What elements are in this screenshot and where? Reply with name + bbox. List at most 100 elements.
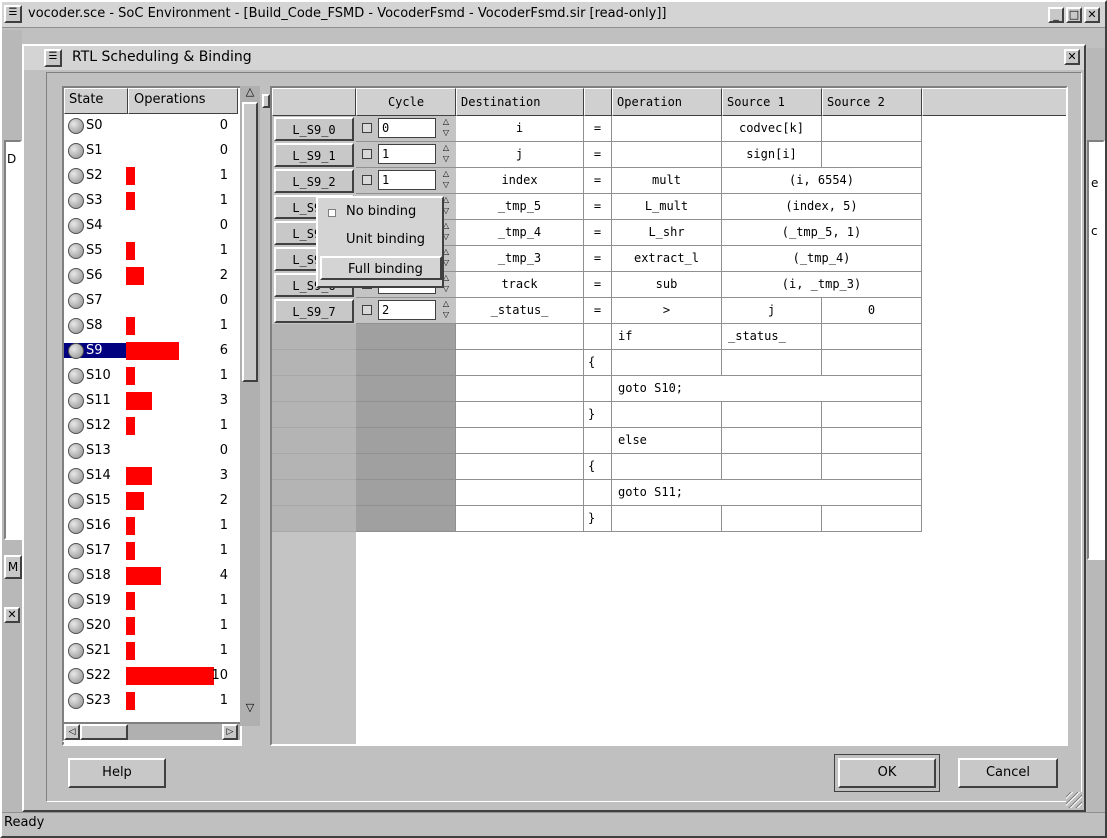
operation-cell: L_shr [612,220,722,246]
state-row[interactable]: S22 10 [64,664,234,689]
fixed-cycle-checkbox[interactable] [362,175,372,185]
destination-column-header[interactable]: Destination [456,88,584,116]
operations-count: 1 [219,518,228,533]
state-circle-icon [68,418,84,434]
help-button[interactable]: Help [68,758,166,788]
state-list-hscrollbar[interactable]: ◁ ▷ [62,722,242,742]
cycle-spin-arrows-icon[interactable]: △ ▽ [440,168,452,192]
bg-close-pane-icon[interactable]: ✕ [4,607,20,623]
menu-item-unit-binding[interactable]: Unit binding [320,228,440,252]
hscroll-thumb[interactable] [80,724,128,740]
fixed-cycle-checkbox[interactable] [362,149,372,159]
main-title-bar[interactable]: ☰ vocoder.sce - SoC Environment - [Build… [2,2,1105,28]
window-menu-icon[interactable]: ☰ [4,5,22,23]
control-statement-cell: goto S10; [612,376,922,402]
state-circle-icon [68,193,84,209]
row-label-button[interactable]: L_S9_2 [274,169,354,193]
brace-cell [584,480,612,506]
close-icon[interactable]: ✕ [1084,7,1100,23]
ok-button-label: OK [877,765,897,780]
state-circle-icon [68,543,84,559]
dialog-title-bar[interactable]: ☰ RTL Scheduling & Binding ✕ [24,46,1084,70]
source1-column-header[interactable]: Source 1 [722,88,822,116]
empty-destination-cell [456,506,584,532]
ok-button[interactable]: OK [838,758,936,788]
control-source1-cell [722,428,822,454]
state-row[interactable]: S9 6 [64,339,234,364]
cycle-spinbox-input[interactable]: 1 [378,144,436,164]
state-name: S5 [86,243,103,258]
equals-cell: = [584,246,612,272]
row-label-button[interactable]: L_S9_1 [274,143,354,167]
cancel-button[interactable]: Cancel [958,758,1058,788]
cycle-spinbox-input[interactable]: 2 [378,300,436,320]
arguments-cell: (_tmp_5, 1) [722,220,922,246]
fixed-cycle-checkbox[interactable] [362,305,372,315]
state-row[interactable]: S3 1 [64,189,234,214]
state-row[interactable]: S10 1 [64,364,234,389]
menu-item-no-binding[interactable]: No binding [320,200,440,224]
state-row[interactable]: S8 1 [64,314,234,339]
state-row[interactable]: S20 1 [64,614,234,639]
operations-column-header[interactable]: Operations [128,88,238,114]
arguments-cell: (index, 5) [722,194,922,220]
fixed-cycle-checkbox[interactable] [362,123,372,133]
resize-grip-icon[interactable] [1066,792,1082,808]
state-circle-icon [68,618,84,634]
cycle-cell: 1 △ ▽ [356,168,456,194]
cycle-spinbox-input[interactable]: 0 [378,118,436,138]
state-row[interactable]: S21 1 [64,639,234,664]
state-row[interactable]: S6 2 [64,264,234,289]
state-row[interactable]: S23 1 [64,689,234,714]
cancel-button-label: Cancel [985,765,1031,780]
state-row[interactable]: S11 3 [64,389,234,414]
state-list-vscrollbar[interactable]: △ ▽ [240,86,260,726]
state-row[interactable]: S5 1 [64,239,234,264]
state-circle-icon [68,293,84,309]
state-list-panel[interactable]: State Operations S0 0 S1 0 S2 1 S3 1 S4 0 S5 1 S6 2 S7… [62,86,242,746]
row-label-button[interactable]: L_S9_7 [274,299,354,323]
state-row[interactable]: S14 3 [64,464,234,489]
bg-letter-m: M [7,560,19,574]
state-name: S11 [86,393,111,408]
empty-label-cell [272,402,356,428]
dialog-menu-icon[interactable]: ☰ [44,49,62,67]
state-row[interactable]: S15 2 [64,489,234,514]
state-row[interactable]: S0 0 [64,114,234,139]
state-row[interactable]: S17 1 [64,539,234,564]
state-name: S18 [86,568,111,583]
state-row[interactable]: S19 1 [64,589,234,614]
state-row[interactable]: S2 1 [64,164,234,189]
state-row[interactable]: S18 4 [64,564,234,589]
cycle-spin-arrows-icon[interactable]: △ ▽ [440,142,452,166]
splitter-handle[interactable] [262,94,270,108]
menu-item-full-binding[interactable]: Full binding [320,256,442,280]
bg-letter-m-tab[interactable]: M [4,555,22,579]
cycle-spin-arrows-icon[interactable]: △ ▽ [440,298,452,322]
row-label-button[interactable]: L_S9_0 [274,117,354,141]
operation-column-header[interactable]: Operation [612,88,722,116]
source2-cell [822,142,922,168]
source2-column-header[interactable]: Source 2 [822,88,922,116]
state-row[interactable]: S7 0 [64,289,234,314]
state-row[interactable]: S16 1 [64,514,234,539]
vscroll-thumb[interactable] [242,102,258,382]
state-row[interactable]: S12 1 [64,414,234,439]
minimize-icon[interactable]: _ [1048,7,1064,23]
hscroll-right-arrow[interactable]: ▷ [222,724,238,740]
state-row[interactable]: S13 0 [64,439,234,464]
maximize-icon[interactable]: □ [1066,7,1082,23]
vscroll-down-arrow[interactable]: ▽ [242,702,258,716]
cycle-column-header[interactable]: Cycle [356,88,456,116]
cycle-spin-arrows-icon[interactable]: △ ▽ [440,116,452,140]
state-row[interactable]: S4 0 [64,214,234,239]
equals-cell: = [584,116,612,142]
hscroll-left-arrow[interactable]: ◁ [64,724,80,740]
dialog-close-icon[interactable]: ✕ [1064,49,1080,65]
vscroll-up-arrow[interactable]: △ [242,86,258,100]
state-column-header[interactable]: State [64,88,128,114]
operations-bar [126,242,135,260]
cycle-spinbox-input[interactable]: 1 [378,170,436,190]
operations-count: 0 [219,293,228,308]
state-row[interactable]: S1 0 [64,139,234,164]
